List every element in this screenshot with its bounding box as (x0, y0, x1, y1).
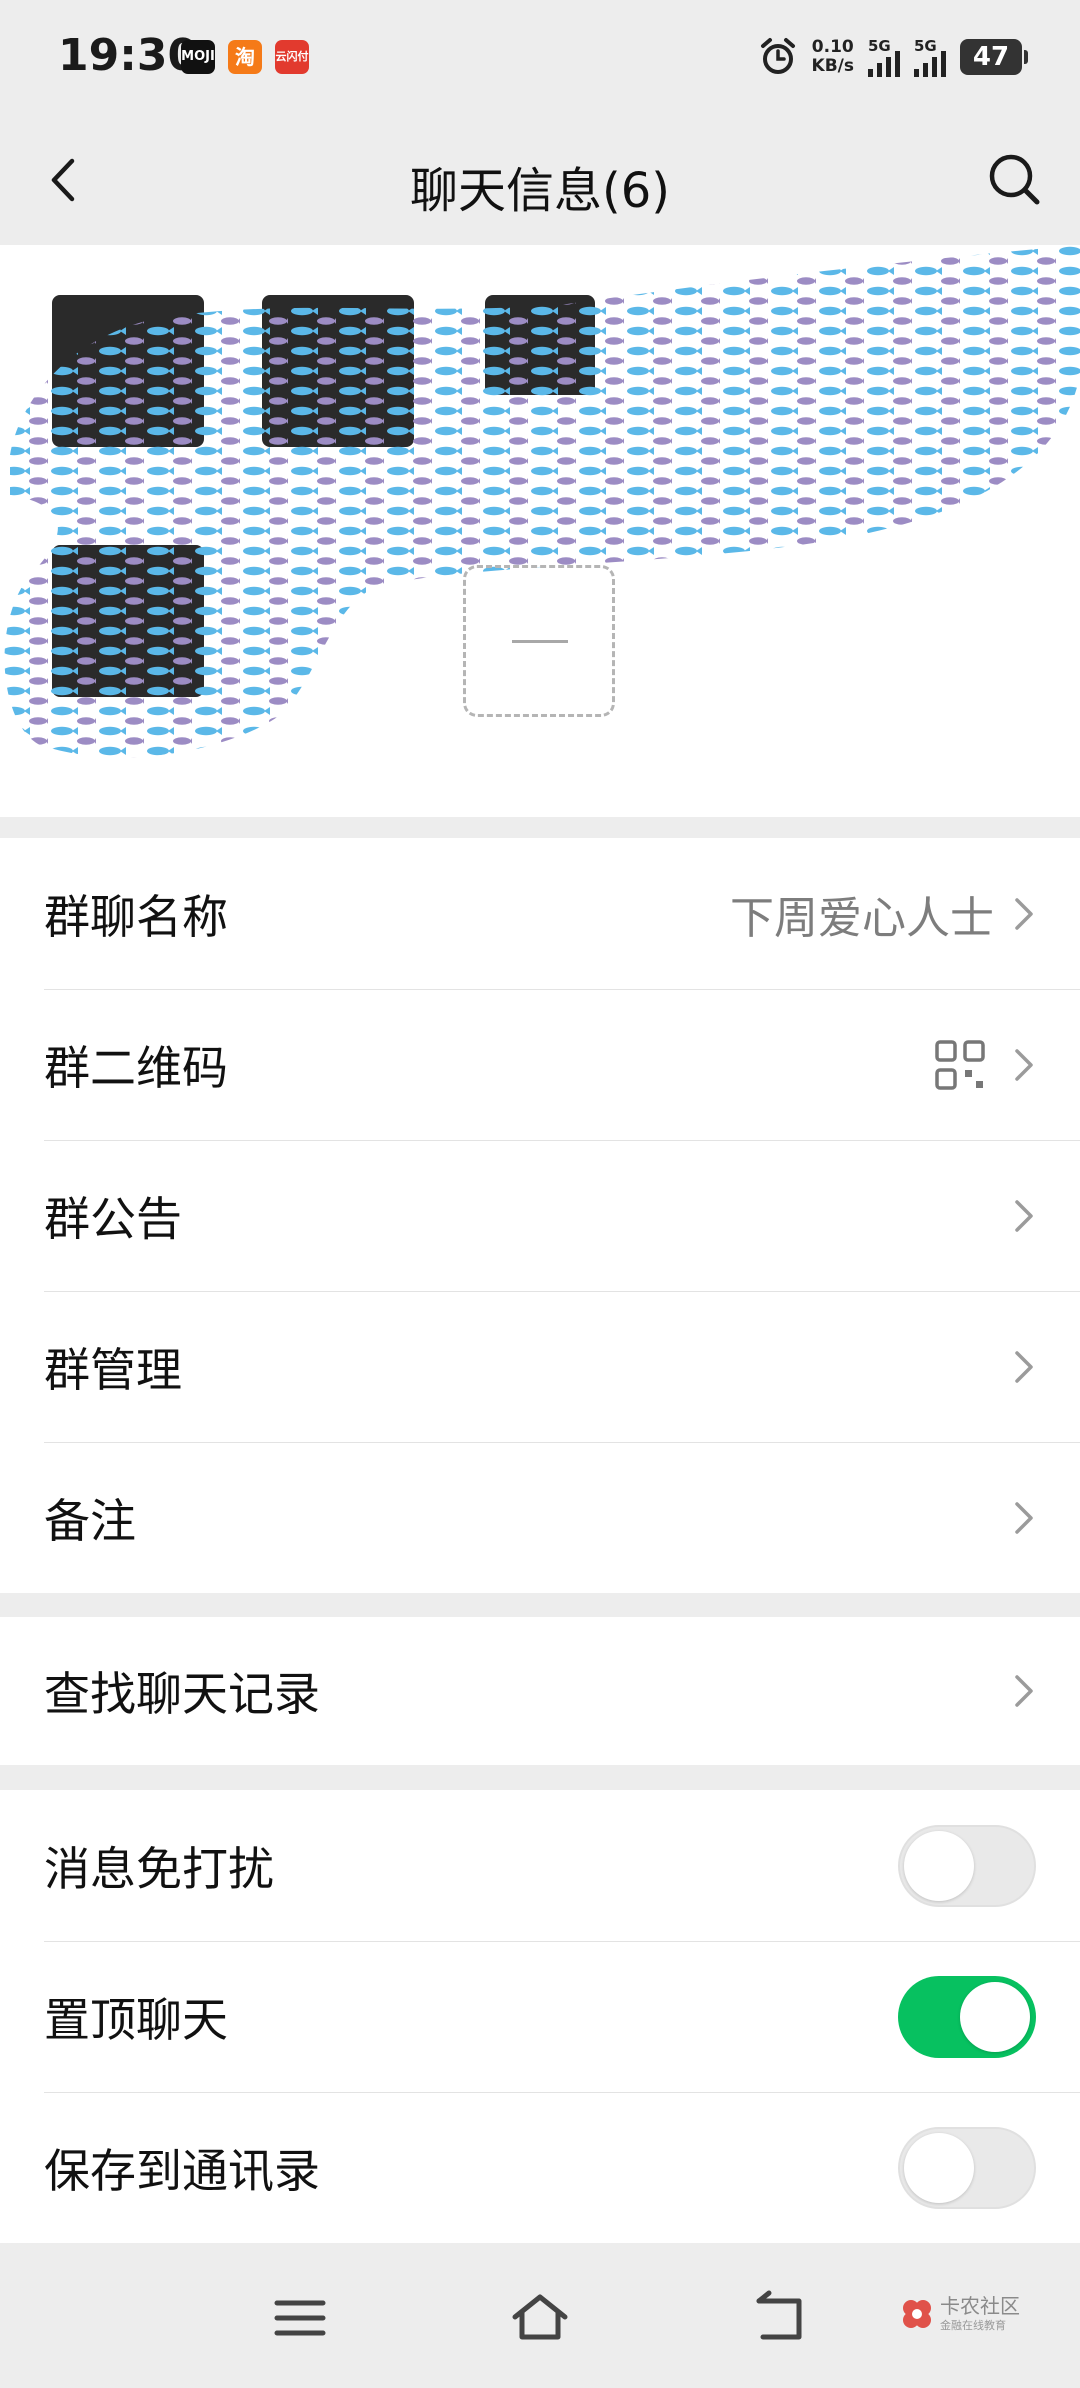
chevron-right-icon (1015, 1199, 1033, 1232)
signal-icon-sim2: 5G (914, 37, 946, 77)
nav-bar: 聊天信息(6) (0, 115, 1080, 245)
toggle-knob (904, 2132, 974, 2203)
mute-notifications-toggle[interactable] (898, 1824, 1036, 1907)
add-member-button[interactable] (463, 565, 615, 717)
remark-label: 备注 (44, 1493, 136, 1548)
status-indicators: 0.10 KB/s 5G 5G 47 (758, 32, 1028, 82)
group-management-row[interactable]: 群管理 (0, 1291, 1080, 1442)
group-name-value: 下周爱心人士 (730, 892, 994, 944)
pin-chat-label: 置顶聊天 (44, 1992, 228, 2047)
system-navigation-bar: 卡农社区 金融在线教育 (0, 2243, 1080, 2388)
group-announcement-label: 群公告 (44, 1191, 182, 1246)
toggle-knob (960, 1981, 1030, 2052)
qr-code-icon (935, 1039, 985, 1090)
battery-icon: 47 (960, 39, 1028, 75)
watermark: 卡农社区 金融在线教育 (900, 2295, 1020, 2333)
chevron-right-icon (1015, 1675, 1033, 1707)
save-to-contacts-row: 保存到通讯录 (0, 2092, 1080, 2243)
group-members-panel (0, 245, 1080, 817)
status-bar: 19:30 MOJI 淘 云闪付 0.10 KB/s 5G 5G 47 (0, 0, 1080, 115)
mute-notifications-row: 消息免打扰 (0, 1790, 1080, 1941)
network-speed-value: 0.10 (811, 37, 854, 57)
taobao-app-icon: 淘 (228, 40, 262, 74)
remark-row[interactable]: 备注 (0, 1442, 1080, 1593)
search-chat-history-label: 查找聊天记录 (44, 1667, 320, 1721)
group-name-row[interactable]: 群聊名称 下周爱心人士 (0, 838, 1080, 989)
moji-app-icon: MOJI (181, 40, 215, 74)
group-announcement-row[interactable]: 群公告 (0, 1140, 1080, 1291)
group-qrcode-label: 群二维码 (44, 1040, 228, 1095)
save-to-contacts-label: 保存到通讯录 (44, 2143, 320, 2198)
alarm-icon (760, 38, 795, 74)
pin-chat-toggle[interactable] (898, 1975, 1036, 2058)
toggle-settings-list: 消息免打扰 置顶聊天 保存到通讯录 (0, 1790, 1080, 2243)
home-icon[interactable] (505, 2283, 575, 2353)
network-speed: 0.10 KB/s (812, 38, 854, 76)
privacy-mask-overlay (4, 245, 1080, 758)
menu-icon[interactable] (265, 2283, 335, 2353)
unionpay-app-icon: 云闪付 (275, 40, 309, 74)
back-icon[interactable] (745, 2283, 815, 2353)
chevron-right-icon (1015, 1350, 1033, 1383)
network-speed-unit: KB/s (811, 56, 854, 76)
group-settings-list: 群聊名称 下周爱心人士 群二维码 群公告 群管理 备注 (0, 838, 1080, 1593)
page-title: 聊天信息(6) (410, 163, 670, 219)
chevron-right-icon (1015, 1501, 1033, 1534)
group-management-label: 群管理 (44, 1342, 182, 1397)
toggle-knob (904, 1830, 974, 1901)
status-time: 19:30 (58, 30, 199, 81)
save-to-contacts-toggle[interactable] (898, 2126, 1036, 2209)
group-qrcode-row[interactable]: 群二维码 (0, 989, 1080, 1140)
sim2-label: 5G (914, 37, 937, 55)
group-name-label: 群聊名称 (44, 889, 228, 944)
watermark-title: 卡农社区 (940, 2294, 1020, 2318)
sim1-label: 5G (868, 37, 891, 55)
kanong-logo-icon (903, 2300, 931, 2328)
watermark-subtitle: 金融在线教育 (940, 2319, 1006, 2332)
chevron-right-icon (1015, 1048, 1033, 1081)
search-chat-history-row[interactable]: 查找聊天记录 (0, 1617, 1080, 1765)
signal-icon-sim1: 5G (868, 37, 900, 77)
mute-notifications-label: 消息免打扰 (44, 1841, 274, 1896)
search-history-list: 查找聊天记录 (0, 1617, 1080, 1765)
chevron-right-icon (1015, 897, 1033, 930)
search-icon[interactable] (980, 145, 1050, 215)
pin-chat-row: 置顶聊天 (0, 1941, 1080, 2092)
